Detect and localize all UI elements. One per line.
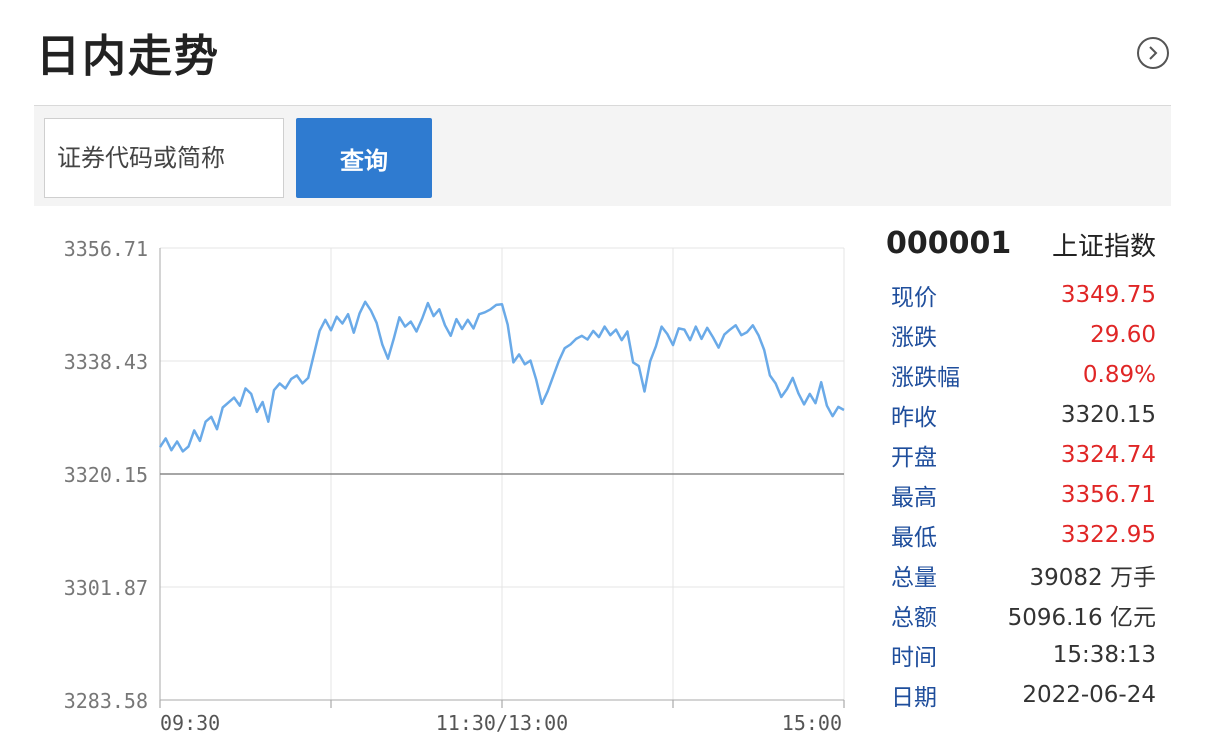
more-button[interactable] bbox=[1137, 37, 1169, 69]
y-tick-label: 3356.71 bbox=[64, 237, 148, 261]
stat-value: 5096.16 亿元 bbox=[1007, 605, 1156, 631]
y-tick-label: 3283.58 bbox=[64, 689, 148, 713]
stat-value: 39082 万手 bbox=[1029, 565, 1156, 591]
stat-row: 最高 3356.71 bbox=[891, 475, 1156, 515]
stat-label: 最高 bbox=[891, 485, 937, 511]
stat-label: 最低 bbox=[891, 525, 937, 551]
stat-value: 15:38:13 bbox=[1052, 642, 1156, 668]
stat-label: 总量 bbox=[891, 565, 937, 591]
stat-row: 涨跌 29.60 bbox=[891, 315, 1156, 355]
stat-value: 29.60 bbox=[1090, 322, 1156, 348]
stat-row: 总额 5096.16 亿元 bbox=[891, 595, 1156, 635]
stat-label: 日期 bbox=[891, 685, 937, 711]
x-tick-label: 09:30 bbox=[160, 711, 220, 735]
x-tick-label: 11:30/13:00 bbox=[436, 711, 568, 735]
stat-value: 3349.75 bbox=[1060, 282, 1156, 308]
stat-label: 现价 bbox=[891, 285, 937, 311]
stat-value: 3322.95 bbox=[1060, 522, 1156, 548]
stat-label: 涨跌幅 bbox=[891, 365, 960, 391]
stat-value: 0.89% bbox=[1082, 362, 1156, 388]
stat-row: 涨跌幅 0.89% bbox=[891, 355, 1156, 395]
stat-value: 3320.15 bbox=[1060, 402, 1156, 428]
stat-row: 最低 3322.95 bbox=[891, 515, 1156, 555]
stat-value: 3356.71 bbox=[1060, 482, 1156, 508]
y-tick-label: 3338.43 bbox=[64, 350, 148, 374]
y-tick-label: 3320.15 bbox=[64, 463, 148, 487]
stat-row: 现价 3349.75 bbox=[891, 275, 1156, 315]
stat-row: 时间 15:38:13 bbox=[891, 635, 1156, 675]
stock-code: 000001 bbox=[886, 226, 1012, 261]
stat-label: 涨跌 bbox=[891, 325, 937, 351]
stats-panel: 现价 3349.75 涨跌 29.60 涨跌幅 0.89% 昨收 3320.15 开盘 3324.… bbox=[891, 275, 1156, 715]
chevron-right-icon bbox=[1149, 46, 1158, 60]
stat-row: 开盘 3324.74 bbox=[891, 435, 1156, 475]
stat-label: 昨收 bbox=[891, 405, 937, 431]
y-tick-label: 3301.87 bbox=[64, 576, 148, 600]
stat-row: 总量 39082 万手 bbox=[891, 555, 1156, 595]
stat-row: 昨收 3320.15 bbox=[891, 395, 1156, 435]
stat-row: 日期 2022-06-24 bbox=[891, 675, 1156, 715]
intraday-chart: 3356.71 3338.43 3320.15 3301.87 3283.58 09:30… bbox=[64, 237, 845, 735]
stat-label: 时间 bbox=[891, 645, 937, 671]
stat-label: 总额 bbox=[891, 605, 937, 631]
stat-value: 3324.74 bbox=[1060, 442, 1156, 468]
x-tick-label: 15:00 bbox=[782, 711, 842, 735]
stat-label: 开盘 bbox=[891, 445, 937, 471]
stat-value: 2022-06-24 bbox=[1022, 682, 1156, 708]
stock-name: 上证指数 bbox=[1051, 232, 1156, 262]
